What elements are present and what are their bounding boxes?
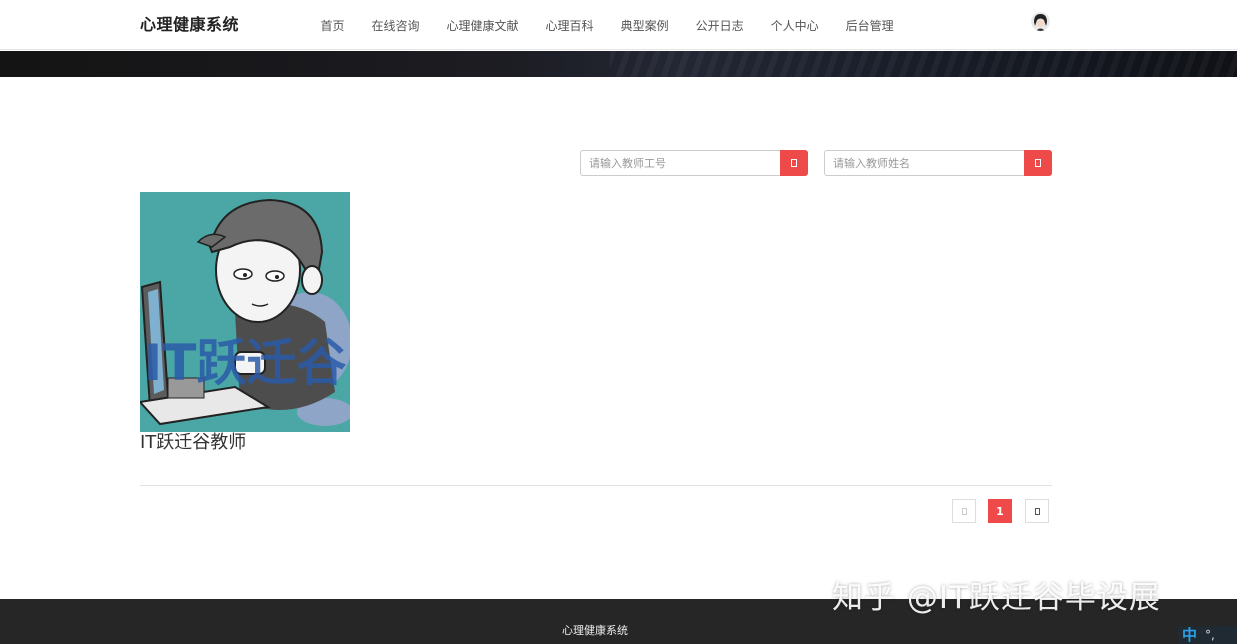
teacher-id-input[interactable] bbox=[580, 150, 780, 176]
nav-personal-center[interactable]: 个人中心 bbox=[757, 17, 832, 34]
user-avatar[interactable] bbox=[1031, 12, 1050, 31]
search-icon bbox=[1035, 159, 1041, 167]
top-navbar: 心理健康系统 首页 在线咨询 心理健康文献 心理百科 典型案例 公开日志 个人中… bbox=[0, 0, 1237, 50]
nav-home[interactable]: 首页 bbox=[307, 17, 358, 34]
teacher-name-input[interactable] bbox=[824, 150, 1024, 176]
ime-indicator[interactable]: 中 °, bbox=[1178, 626, 1237, 644]
nav-public-log[interactable]: 公开日志 bbox=[682, 17, 757, 34]
teacher-id-search-button[interactable] bbox=[780, 150, 808, 176]
site-brand[interactable]: 心理健康系统 bbox=[140, 11, 239, 35]
next-page-button[interactable] bbox=[1025, 499, 1049, 523]
banner-texture bbox=[610, 51, 1237, 77]
nav-literature[interactable]: 心理健康文献 bbox=[433, 17, 532, 34]
page-1-button[interactable]: 1 bbox=[988, 499, 1012, 523]
photo-overlay-text: IT跃迁谷 bbox=[144, 334, 347, 392]
teacher-photo[interactable]: IT跃迁谷 bbox=[140, 192, 350, 432]
nav-encyclopedia[interactable]: 心理百科 bbox=[532, 17, 607, 34]
footer-text: 心理健康系统 bbox=[562, 624, 628, 637]
watermark-text: 知乎 @IT跃迁谷毕设展 bbox=[832, 580, 1161, 616]
chevron-right-icon bbox=[1034, 507, 1040, 515]
nav-online-consult[interactable]: 在线咨询 bbox=[358, 17, 433, 34]
prev-page-button[interactable] bbox=[952, 499, 976, 523]
avatar-icon bbox=[1031, 12, 1050, 31]
teacher-name-search-button[interactable] bbox=[1024, 150, 1052, 176]
teacher-name[interactable]: IT跃迁谷教师 bbox=[140, 432, 350, 454]
chevron-left-icon bbox=[961, 507, 967, 515]
search-icon bbox=[791, 159, 797, 167]
hero-banner-strip bbox=[0, 51, 1237, 77]
content-divider bbox=[140, 485, 1052, 486]
teacher-name-search bbox=[824, 150, 1052, 176]
teacher-card[interactable]: IT跃迁谷 IT跃迁谷教师 bbox=[140, 192, 350, 454]
teacher-id-search bbox=[580, 150, 808, 176]
ime-punct: °, bbox=[1205, 628, 1215, 642]
main-nav: 首页 在线咨询 心理健康文献 心理百科 典型案例 公开日志 个人中心 后台管理 bbox=[307, 0, 907, 50]
nav-cases[interactable]: 典型案例 bbox=[607, 17, 682, 34]
nav-admin[interactable]: 后台管理 bbox=[832, 17, 907, 34]
ime-mode: 中 bbox=[1182, 626, 1198, 644]
